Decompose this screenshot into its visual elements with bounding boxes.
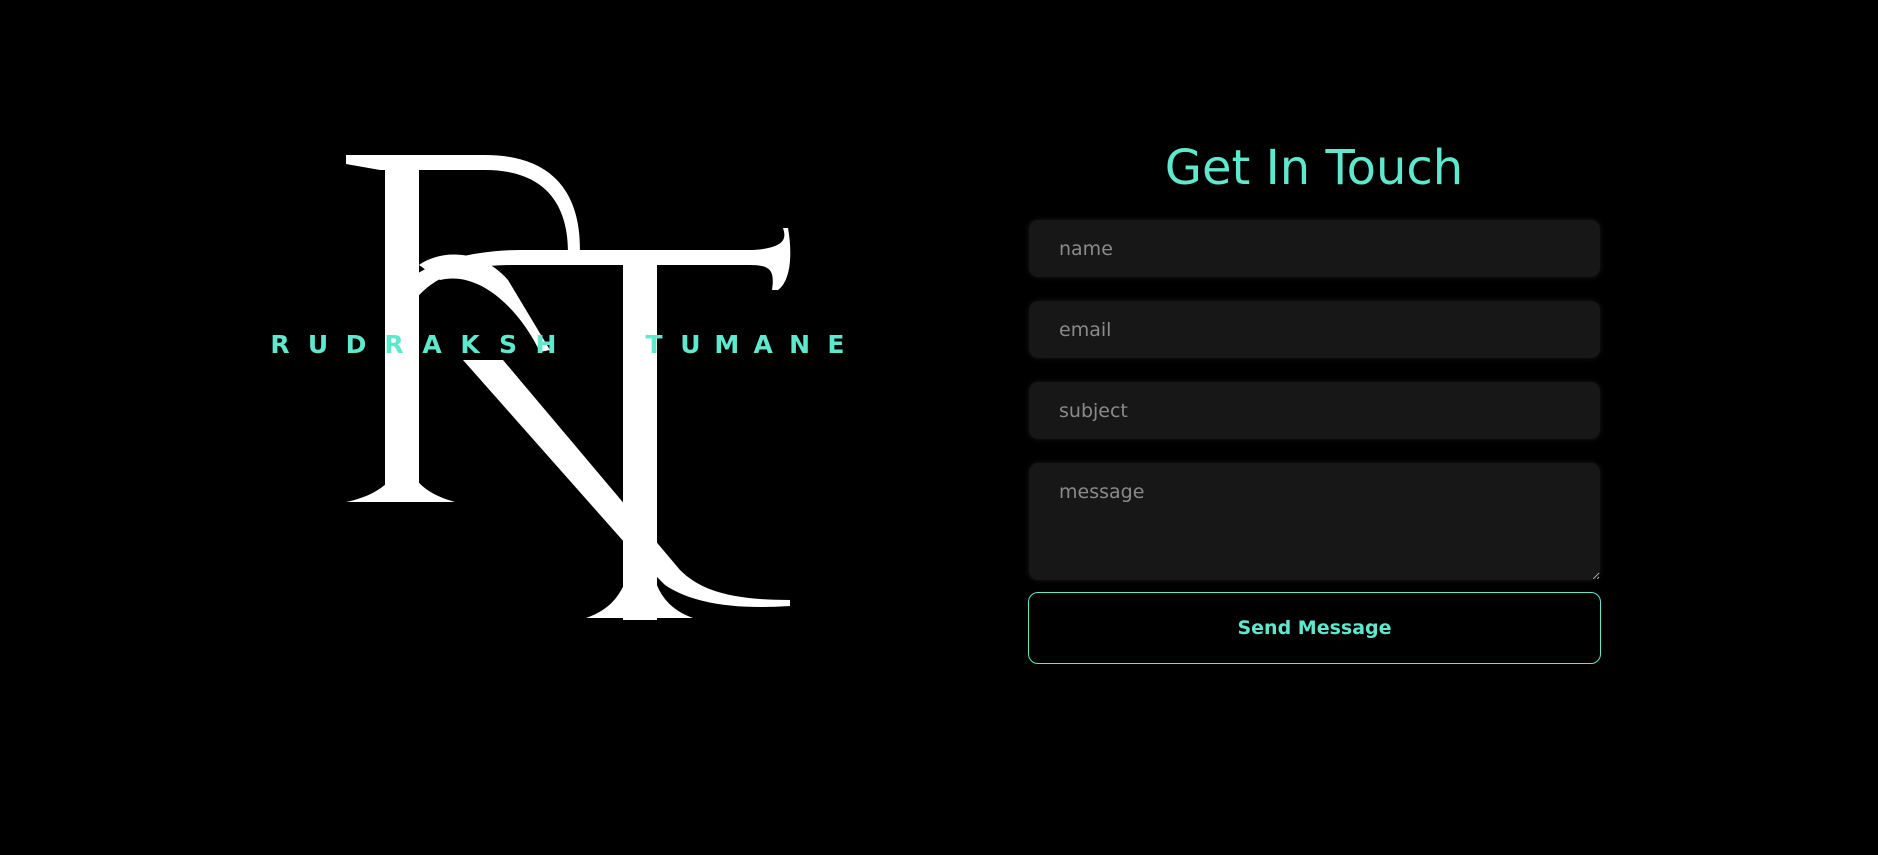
- logo-first-name: R U D R A K S H: [263, 330, 563, 359]
- logo-letter: U: [307, 329, 329, 359]
- logo-letter: H: [535, 329, 557, 359]
- logo-letter: M: [714, 329, 740, 359]
- logo-letter: E: [827, 329, 845, 359]
- logo-letter: K: [460, 329, 480, 359]
- logo-letter: R: [270, 329, 290, 359]
- logo-letter: T: [645, 329, 663, 359]
- logo-letter: A: [422, 329, 442, 359]
- subject-input[interactable]: [1029, 382, 1600, 439]
- logo-letter: S: [498, 329, 517, 359]
- logo-letter: U: [680, 329, 701, 359]
- send-message-button[interactable]: Send Message: [1028, 592, 1601, 664]
- name-input[interactable]: [1029, 220, 1600, 277]
- logo-letter: R: [384, 329, 404, 359]
- contact-form: Get In Touch Send Message: [1028, 130, 1601, 664]
- contact-title: Get In Touch: [1164, 140, 1464, 196]
- email-input[interactable]: [1029, 301, 1600, 358]
- logo-letter: D: [345, 329, 367, 359]
- message-textarea[interactable]: [1029, 463, 1600, 580]
- logo-name-text: R U D R A K S H T U M A N E: [263, 324, 853, 364]
- logo-letter: A: [753, 329, 773, 359]
- contact-page: R U D R A K S H T U M A N E Get In Touch: [0, 0, 1878, 855]
- logo-last-name: T U M A N E: [637, 330, 853, 359]
- monogram-graphic: [346, 155, 791, 620]
- rt-monogram-logo: R U D R A K S H T U M A N E: [250, 140, 870, 620]
- logo-letter: N: [789, 329, 811, 359]
